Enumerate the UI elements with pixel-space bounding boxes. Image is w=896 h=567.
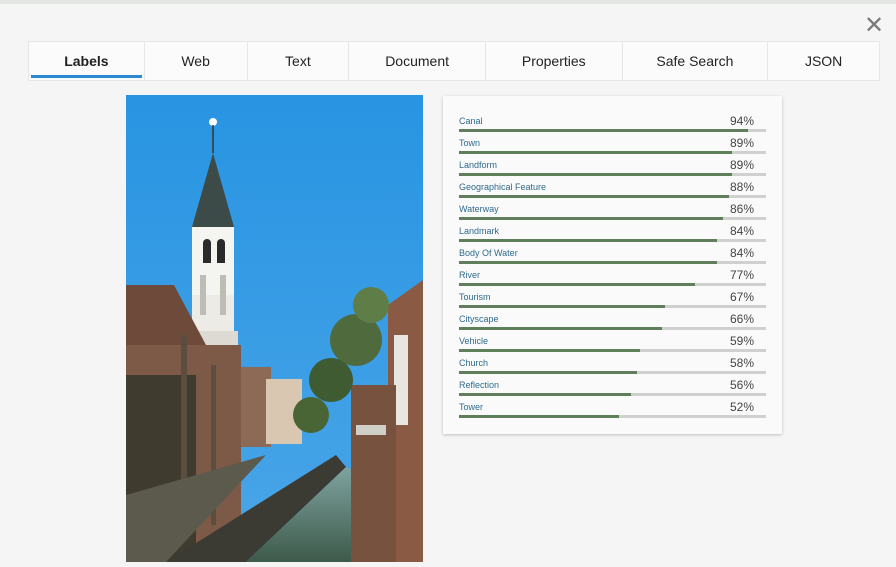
label-name: Tourism xyxy=(459,292,491,302)
label-name: Reflection xyxy=(459,380,500,390)
score-bar-fill xyxy=(459,129,748,132)
tab-json[interactable]: JSON xyxy=(768,42,879,80)
tab-document[interactable]: Document xyxy=(349,42,486,80)
score-bar-track xyxy=(459,349,766,352)
label-percent: 59% xyxy=(729,334,754,348)
label-row: Vehicle 59% xyxy=(459,334,766,356)
top-divider xyxy=(0,0,896,4)
label-percent: 52% xyxy=(729,400,754,414)
labels-panel: Canal 94% Town 89% Landform 89% Geograph… xyxy=(443,96,782,434)
score-bar-fill xyxy=(459,195,730,198)
label-percent: 88% xyxy=(729,180,754,194)
label-row: Reflection 56% xyxy=(459,378,766,400)
label-row: Church 58% xyxy=(459,356,766,378)
label-row: Tower 52% xyxy=(459,400,766,422)
score-bar-fill xyxy=(459,239,717,242)
label-row: River 77% xyxy=(459,268,766,290)
score-bar-track xyxy=(459,371,766,374)
score-bar-track xyxy=(459,283,766,286)
score-bar-fill xyxy=(459,393,631,396)
score-bar-fill xyxy=(459,217,724,220)
label-row: Geographical Feature 88% xyxy=(459,180,766,202)
label-percent: 86% xyxy=(729,202,754,216)
score-bar-track xyxy=(459,327,766,330)
label-percent: 67% xyxy=(729,290,754,304)
score-bar-fill xyxy=(459,305,665,308)
label-percent: 84% xyxy=(729,246,754,260)
label-percent: 89% xyxy=(729,158,754,172)
score-bar-track xyxy=(459,151,766,154)
label-name: Canal xyxy=(459,116,483,126)
score-bar-fill xyxy=(459,151,733,154)
label-name: Geographical Feature xyxy=(459,182,547,192)
score-bar-track xyxy=(459,415,766,418)
label-percent: 58% xyxy=(729,356,754,370)
label-name: Cityscape xyxy=(459,314,499,324)
label-name: Waterway xyxy=(459,204,499,214)
score-bar-track xyxy=(459,239,766,242)
label-row: Landmark 84% xyxy=(459,224,766,246)
label-row: Canal 94% xyxy=(459,114,766,136)
label-percent: 94% xyxy=(729,114,754,128)
score-bar-track xyxy=(459,195,766,198)
score-bar-fill xyxy=(459,173,733,176)
tab-bar: Labels Web Text Document Properties Safe… xyxy=(28,41,880,81)
score-bar-track xyxy=(459,129,766,132)
label-name: Body Of Water xyxy=(459,248,518,258)
label-percent: 66% xyxy=(729,312,754,326)
label-percent: 89% xyxy=(729,136,754,150)
tab-properties[interactable]: Properties xyxy=(486,42,623,80)
score-bar-track xyxy=(459,217,766,220)
label-row: Waterway 86% xyxy=(459,202,766,224)
label-name: Town xyxy=(459,138,481,148)
score-bar-fill xyxy=(459,261,717,264)
analyzed-photo xyxy=(126,95,423,562)
label-name: Vehicle xyxy=(459,336,489,346)
label-name: Landform xyxy=(459,160,498,170)
label-row: Tourism 67% xyxy=(459,290,766,312)
score-bar-track xyxy=(459,305,766,308)
label-row: Cityscape 66% xyxy=(459,312,766,334)
label-row: Landform 89% xyxy=(459,158,766,180)
score-bar-track xyxy=(459,173,766,176)
label-percent: 56% xyxy=(729,378,754,392)
label-name: Church xyxy=(459,358,489,368)
label-percent: 84% xyxy=(729,224,754,238)
score-bar-fill xyxy=(459,283,696,286)
score-bar-track xyxy=(459,393,766,396)
label-percent: 77% xyxy=(729,268,754,282)
tab-safe-search[interactable]: Safe Search xyxy=(623,42,769,80)
score-bar-fill xyxy=(459,371,638,374)
tab-web[interactable]: Web xyxy=(145,42,248,80)
score-bar-track xyxy=(459,261,766,264)
label-row: Body Of Water 84% xyxy=(459,246,766,268)
label-row: Town 89% xyxy=(459,136,766,158)
score-bar-fill xyxy=(459,349,641,352)
label-name: River xyxy=(459,270,481,280)
score-bar-fill xyxy=(459,327,662,330)
close-icon[interactable]: ✕ xyxy=(862,13,886,37)
label-name: Tower xyxy=(459,402,484,412)
tab-text[interactable]: Text xyxy=(248,42,350,80)
score-bar-fill xyxy=(459,415,619,418)
label-name: Landmark xyxy=(459,226,500,236)
tab-labels[interactable]: Labels xyxy=(29,42,145,80)
